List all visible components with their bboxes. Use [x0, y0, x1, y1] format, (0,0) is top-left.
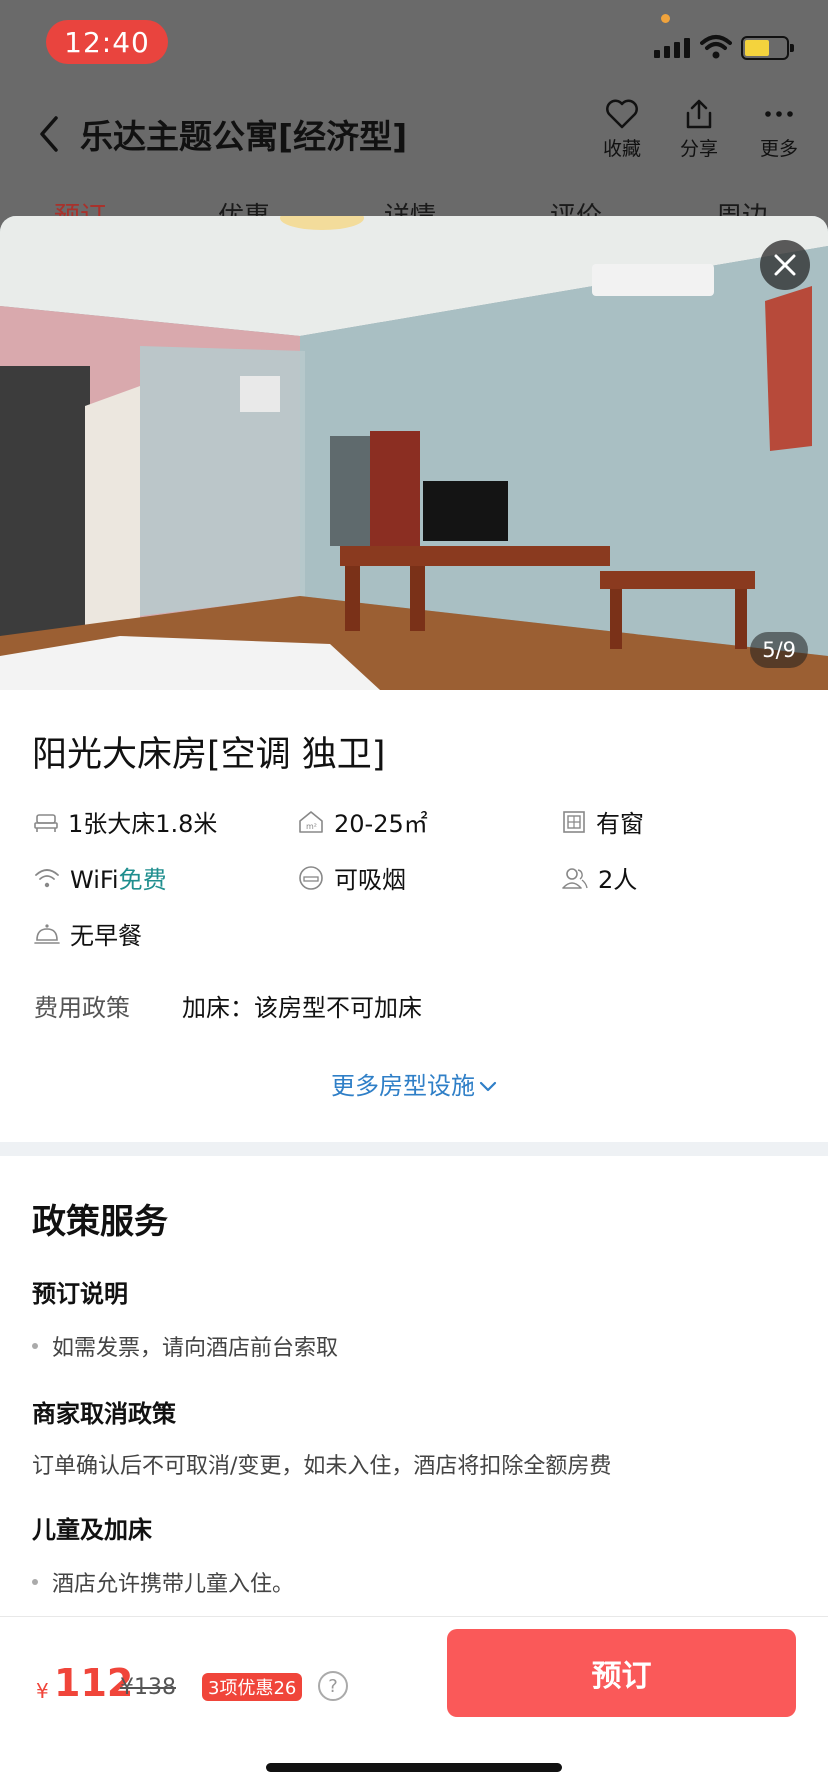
back-arrow-icon[interactable]: [32, 112, 66, 156]
booking-note-text: 如需发票，请向酒店前台索取: [52, 1336, 339, 1361]
hotel-title: 乐达主题公寓[经济型]: [80, 117, 408, 156]
photo-counter: 5/9: [750, 632, 808, 668]
children-policy-item: 酒店允许携带儿童入住。: [32, 1566, 294, 1598]
status-bar: 12:40: [0, 0, 828, 88]
price-currency: ¥: [36, 1679, 49, 1703]
nav-bar: 乐达主题公寓[经济型] 收藏 分享 更多: [0, 92, 828, 178]
battery-icon: [741, 36, 794, 60]
home-indicator[interactable]: [266, 1763, 562, 1772]
svg-text:m²: m²: [306, 822, 317, 831]
policy-section-title: 政策服务: [32, 1202, 168, 1242]
room-photo[interactable]: 5/9: [0, 216, 828, 690]
more-facilities-link[interactable]: 更多房型设施: [0, 1066, 828, 1101]
facility-area: m² 20-25㎡: [298, 804, 428, 839]
facility-wifi: WiFi免费: [34, 860, 167, 895]
cellular-signal-icon: [654, 38, 690, 58]
more-label: 更多: [759, 138, 798, 160]
facility-area-label: 20-25㎡: [334, 810, 428, 838]
facility-smoking-label: 可吸烟: [334, 866, 406, 894]
help-icon[interactable]: ?: [318, 1671, 348, 1701]
bullet-dot: [32, 1579, 38, 1585]
facility-bed-label: 1张大床1.8米: [68, 810, 218, 838]
facility-bed: 1张大床1.8米: [34, 804, 217, 839]
breakfast-icon: [34, 923, 60, 944]
close-icon: [774, 254, 796, 276]
bullet-dot: [32, 1343, 38, 1349]
chevron-down-icon: [479, 1081, 497, 1092]
privacy-indicator-dot: [661, 14, 670, 23]
cancel-policy-text: 订单确认后不可取消/变更，如未入住，酒店将扣除全额房费: [32, 1454, 612, 1479]
fee-policy-row: 费用政策 加床：该房型不可加床: [34, 988, 422, 1023]
booking-note-item: 如需发票，请向酒店前台索取: [32, 1330, 338, 1362]
window-icon: [563, 810, 585, 833]
children-policy-title: 儿童及加床: [32, 1516, 152, 1544]
room-detail-sheet: 5/9 阳光大床房[空调 独卫] 1张大床1.8米 m² 20-25㎡ 有窗 W…: [0, 216, 828, 1792]
facility-people-label: 2人: [598, 866, 638, 894]
room-photo-illustration: [0, 216, 828, 690]
favorite-label: 收藏: [602, 138, 641, 160]
area-icon: m²: [299, 810, 323, 833]
facility-people: 2人: [562, 860, 637, 895]
more-facilities-label: 更多房型设施: [331, 1072, 475, 1100]
share-label: 分享: [679, 138, 718, 160]
fee-policy-key: 费用政策: [34, 994, 130, 1022]
wifi-icon: [700, 35, 732, 59]
share-button[interactable]: 分享: [659, 98, 739, 161]
smoking-icon: [299, 865, 323, 890]
facility-breakfast-label: 无早餐: [70, 922, 142, 950]
more-icon: [765, 111, 793, 117]
booking-note-title: 预订说明: [32, 1280, 128, 1308]
discount-badge[interactable]: 3项优惠26: [202, 1673, 303, 1701]
facility-window: 有窗: [562, 804, 644, 839]
facility-window-label: 有窗: [596, 810, 644, 838]
cancel-policy-title: 商家取消政策: [32, 1400, 176, 1428]
booking-bar: ¥ 112 ¥138 3项优惠26 ? 预订: [0, 1616, 828, 1792]
status-time: 12:40: [46, 20, 168, 64]
share-icon: [686, 99, 712, 129]
section-divider: [0, 1142, 828, 1156]
close-button[interactable]: [760, 240, 810, 290]
original-price: ¥138: [120, 1675, 176, 1700]
bed-icon: [34, 813, 58, 832]
people-icon: [562, 867, 588, 889]
facility-wifi-free: 免费: [118, 866, 167, 894]
wifi-icon: [35, 868, 59, 887]
more-button[interactable]: 更多: [739, 98, 819, 161]
facility-breakfast: 无早餐: [34, 916, 142, 951]
facility-wifi-label: WiFi: [70, 866, 119, 894]
children-policy-text: 酒店允许携带儿童入住。: [52, 1572, 295, 1597]
favorite-button[interactable]: 收藏: [582, 98, 662, 161]
room-title: 阳光大床房[空调 独卫]: [32, 735, 386, 775]
fee-policy-value: 加床：该房型不可加床: [182, 994, 422, 1022]
facility-smoking: 可吸烟: [298, 860, 406, 895]
book-button[interactable]: 预订: [447, 1629, 796, 1717]
heart-icon: [606, 99, 638, 129]
